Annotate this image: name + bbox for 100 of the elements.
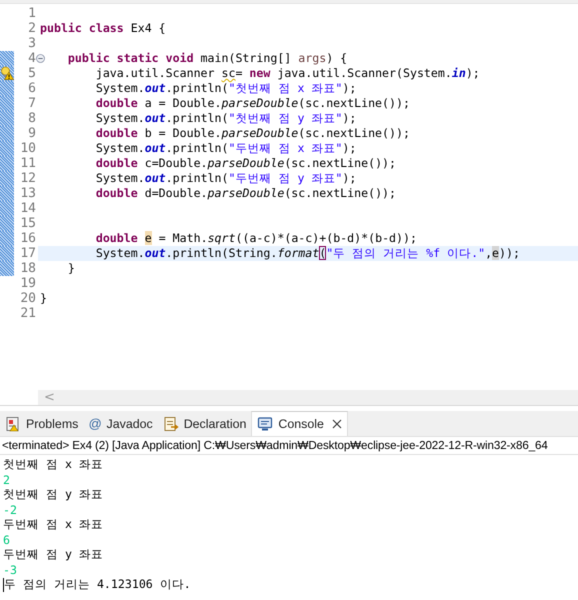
code-text: ); (342, 81, 356, 95)
string-literal: "두번째 점 x 좌표" (228, 141, 342, 155)
input-text: 2 (3, 472, 10, 486)
line-number: 16 (20, 231, 36, 246)
matching-bracket: ( (319, 246, 326, 260)
keyword: public class (40, 21, 125, 35)
code-text: } (40, 291, 47, 305)
keyword: double (96, 96, 139, 110)
keyword: double (96, 156, 139, 170)
panel-tab[interactable]: @ Javadoc (83, 411, 158, 436)
code-text: ) { (326, 51, 348, 65)
code-text: )); (499, 246, 520, 260)
keyword: public static void (68, 51, 195, 65)
keyword: double (96, 186, 139, 200)
code-text: , (485, 246, 492, 260)
line-number: 3 (28, 36, 36, 51)
output-text: 두 점의 거리는 4.123106 이다. (4, 577, 191, 592)
code-text: c=Double. (144, 156, 208, 170)
code-text: System. (96, 81, 145, 95)
panel-tab[interactable]: Problems (0, 411, 84, 436)
input-text: -2 (3, 502, 17, 516)
line-number: 14 (20, 201, 36, 216)
line-number: 17 (20, 246, 36, 261)
variable-occurrence: e (492, 246, 500, 260)
field-name: in (452, 66, 466, 80)
string-literal: "첫번째 점 x 좌표" (228, 81, 342, 95)
line-number: 2 (28, 21, 36, 36)
keyword: double (96, 231, 139, 245)
line-number: 21 (20, 306, 36, 321)
method-name: format (277, 246, 320, 260)
problems-icon (5, 416, 21, 432)
collapse-icon[interactable] (36, 54, 45, 63)
output-text: 첫번째 점 y 좌표 (3, 487, 103, 502)
line-number: 5 (28, 66, 36, 81)
keyword: double (96, 126, 139, 140)
field-name: out (144, 81, 166, 95)
code-text: System. (96, 171, 145, 185)
method-name: parseDouble (222, 126, 298, 140)
variable-occurrence: e (144, 231, 152, 245)
field-name: out (144, 246, 166, 260)
code-text: ((a-c)*(a-c)+(b-d)*(b-d)); (235, 231, 417, 245)
code-text: d=Double. (144, 186, 208, 200)
method-name: parseDouble (208, 156, 284, 170)
line-number: 20 (20, 291, 36, 306)
output-text: 두번째 점 x 좌표 (3, 517, 103, 532)
code-text: a = Double. (144, 96, 222, 110)
keyword: new (249, 66, 272, 80)
string-literal: "두 점의 거리는 %f 이다." (326, 246, 486, 260)
output-text: 첫번째 점 x 좌표 (3, 457, 103, 472)
line-number: 11 (20, 156, 36, 171)
code-text: b = Double. (144, 126, 222, 140)
code-text: = Math. (158, 231, 208, 245)
code-text: System. (96, 246, 145, 260)
console-icon (257, 416, 274, 432)
code-text: ); (466, 66, 480, 80)
warning-variable: sc (221, 66, 236, 80)
at-sign-icon: @ (88, 416, 102, 431)
field-name: out (144, 111, 166, 125)
method-name: parseDouble (222, 96, 298, 110)
output-text: 두번째 점 y 좌표 (3, 547, 103, 562)
line-number: 15 (20, 216, 36, 231)
code-text: java.util.Scanner (96, 66, 216, 80)
method-name: parseDouble (208, 186, 284, 200)
input-text: -3 (3, 562, 17, 576)
code-text: (sc.nextLine()); (298, 126, 410, 140)
string-literal: "두번째 점 y 좌표" (228, 171, 342, 185)
line-number: 13 (20, 186, 36, 201)
code-text: ); (342, 111, 356, 125)
code-text: .println( (166, 111, 228, 125)
line-number: 8 (28, 111, 36, 126)
close-icon[interactable] (332, 419, 342, 429)
code-text: .println( (166, 141, 228, 155)
code-text: .println( (166, 81, 228, 95)
code-text: System. (96, 111, 145, 125)
code-text: (sc.nextLine()); (284, 186, 396, 200)
line-number: 9 (28, 126, 36, 141)
code-text: } (68, 261, 75, 275)
field-name: out (144, 171, 166, 185)
input-text: 6 (3, 532, 10, 546)
code-text: Ex4 { (130, 21, 166, 35)
code-text: (sc.nextLine()); (298, 96, 410, 110)
declaration-icon (162, 416, 179, 432)
parameter-name: args (298, 51, 326, 65)
code-text: = (235, 66, 244, 80)
line-number: 12 (20, 171, 36, 186)
code-text: java.util.Scanner(System. (277, 66, 452, 80)
method-name: sqrt (208, 231, 236, 245)
line-number: 19 (20, 276, 36, 291)
console-header: <terminated> Ex4 (2) [Java Application] C:₩Users₩admin₩Desktop₩eclipse-jee-2022-12-R-win32-x86_64 (0, 437, 578, 455)
line-number: 4 (28, 51, 36, 66)
panel-tab[interactable]: Console (251, 411, 348, 436)
string-literal: "첫번째 점 y 좌표" (228, 111, 342, 125)
line-number: 1 (28, 6, 36, 21)
panel-tab[interactable]: Declaration (158, 411, 252, 436)
line-number: 10 (20, 141, 36, 156)
line-number: 6 (28, 81, 36, 96)
code-text: System. (96, 141, 145, 155)
code-text: (sc.nextLine()); (284, 156, 396, 170)
line-number: 7 (28, 96, 36, 111)
line-number: 18 (20, 261, 36, 276)
